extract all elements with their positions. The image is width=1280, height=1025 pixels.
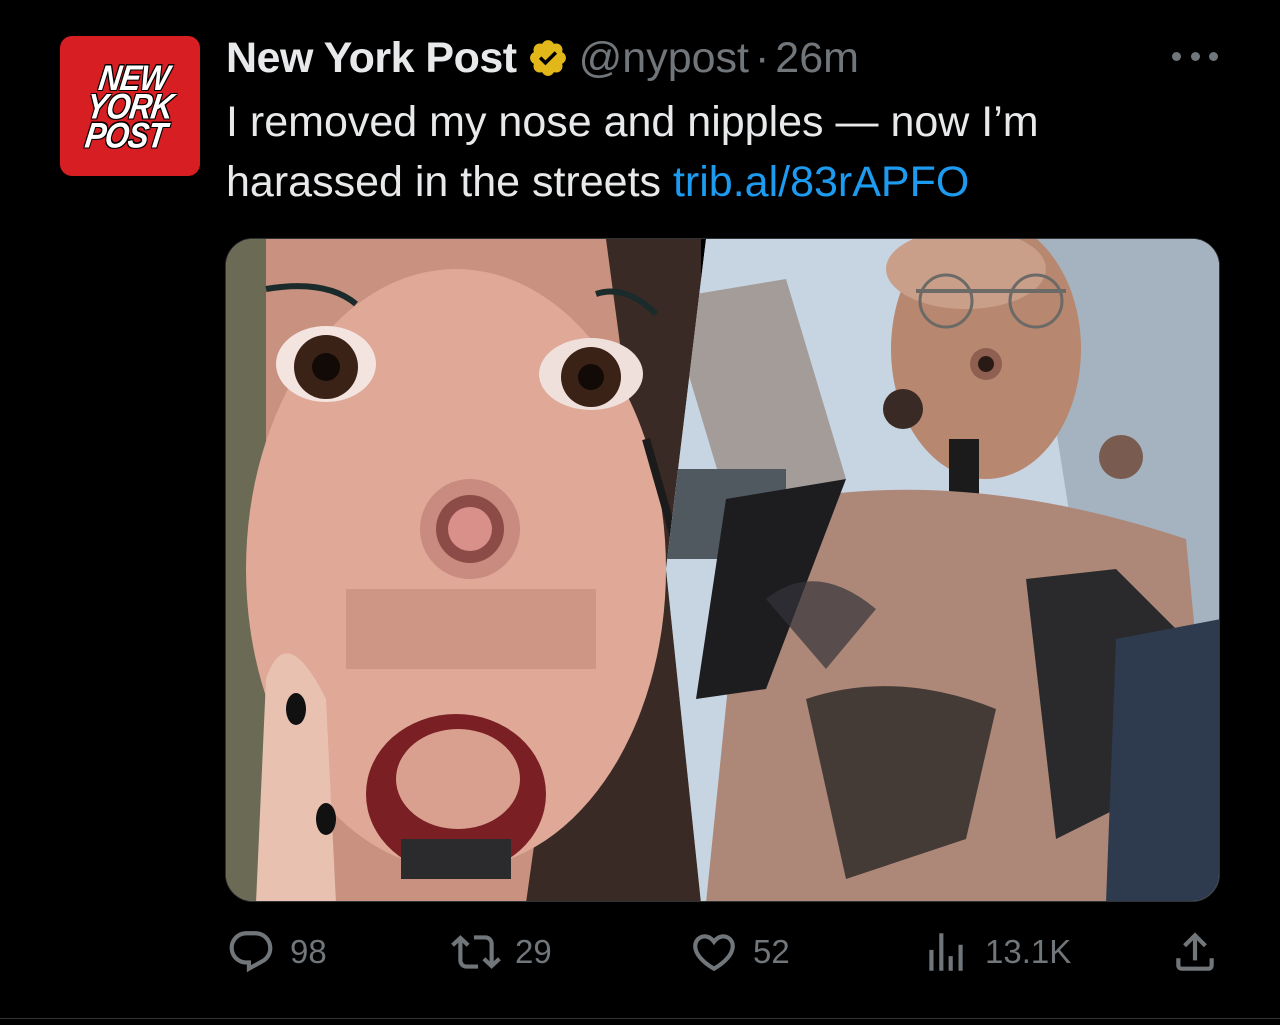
more-options-icon[interactable] xyxy=(1172,44,1218,68)
reply-button[interactable]: 98 xyxy=(226,920,327,984)
photo-left[interactable] xyxy=(226,239,701,901)
tweet-text: I removed my nose and nipples — now I’m … xyxy=(226,92,1226,212)
heart-icon xyxy=(693,934,735,972)
divider xyxy=(0,1018,1280,1019)
share-icon xyxy=(1176,932,1214,971)
avatar[interactable]: NEW YORK POST xyxy=(60,36,200,176)
photo-right-illustration xyxy=(666,239,1219,901)
tweet-header: New York Post @nypost · 26m xyxy=(226,30,859,86)
action-bar: 98 29 52 13.1K xyxy=(226,920,1220,984)
new-york-post-logo: NEW YORK POST xyxy=(82,57,176,155)
views-button[interactable]: 13.1K xyxy=(921,920,1071,984)
tweet-media[interactable] xyxy=(225,238,1220,902)
more-dot xyxy=(1172,51,1181,61)
photo-left-illustration xyxy=(226,239,701,901)
more-dot xyxy=(1209,51,1218,61)
verified-badge-icon[interactable] xyxy=(527,37,569,79)
author-name[interactable]: New York Post xyxy=(226,34,517,83)
more-dot xyxy=(1190,51,1200,61)
retweet-button[interactable]: 29 xyxy=(451,920,552,984)
photo-right[interactable] xyxy=(666,239,1219,901)
share-button[interactable] xyxy=(1170,920,1220,984)
views-count: 13.1K xyxy=(985,933,1072,970)
views-chart-icon xyxy=(929,933,963,971)
retweet-count: 29 xyxy=(515,933,552,970)
tweet-link[interactable]: trib.al/83rAPFO xyxy=(673,158,969,206)
like-count: 52 xyxy=(753,933,790,970)
tweet[interactable]: NEW YORK POST New York Post @nypost · 26… xyxy=(0,0,1280,1025)
separator-dot: · xyxy=(754,33,770,82)
author-handle[interactable]: @nypost xyxy=(579,34,749,83)
retweet-icon xyxy=(451,935,501,969)
like-button[interactable]: 52 xyxy=(689,920,790,984)
reply-icon xyxy=(229,931,273,973)
reply-count: 98 xyxy=(290,933,327,970)
timestamp[interactable]: 26m xyxy=(775,34,859,83)
